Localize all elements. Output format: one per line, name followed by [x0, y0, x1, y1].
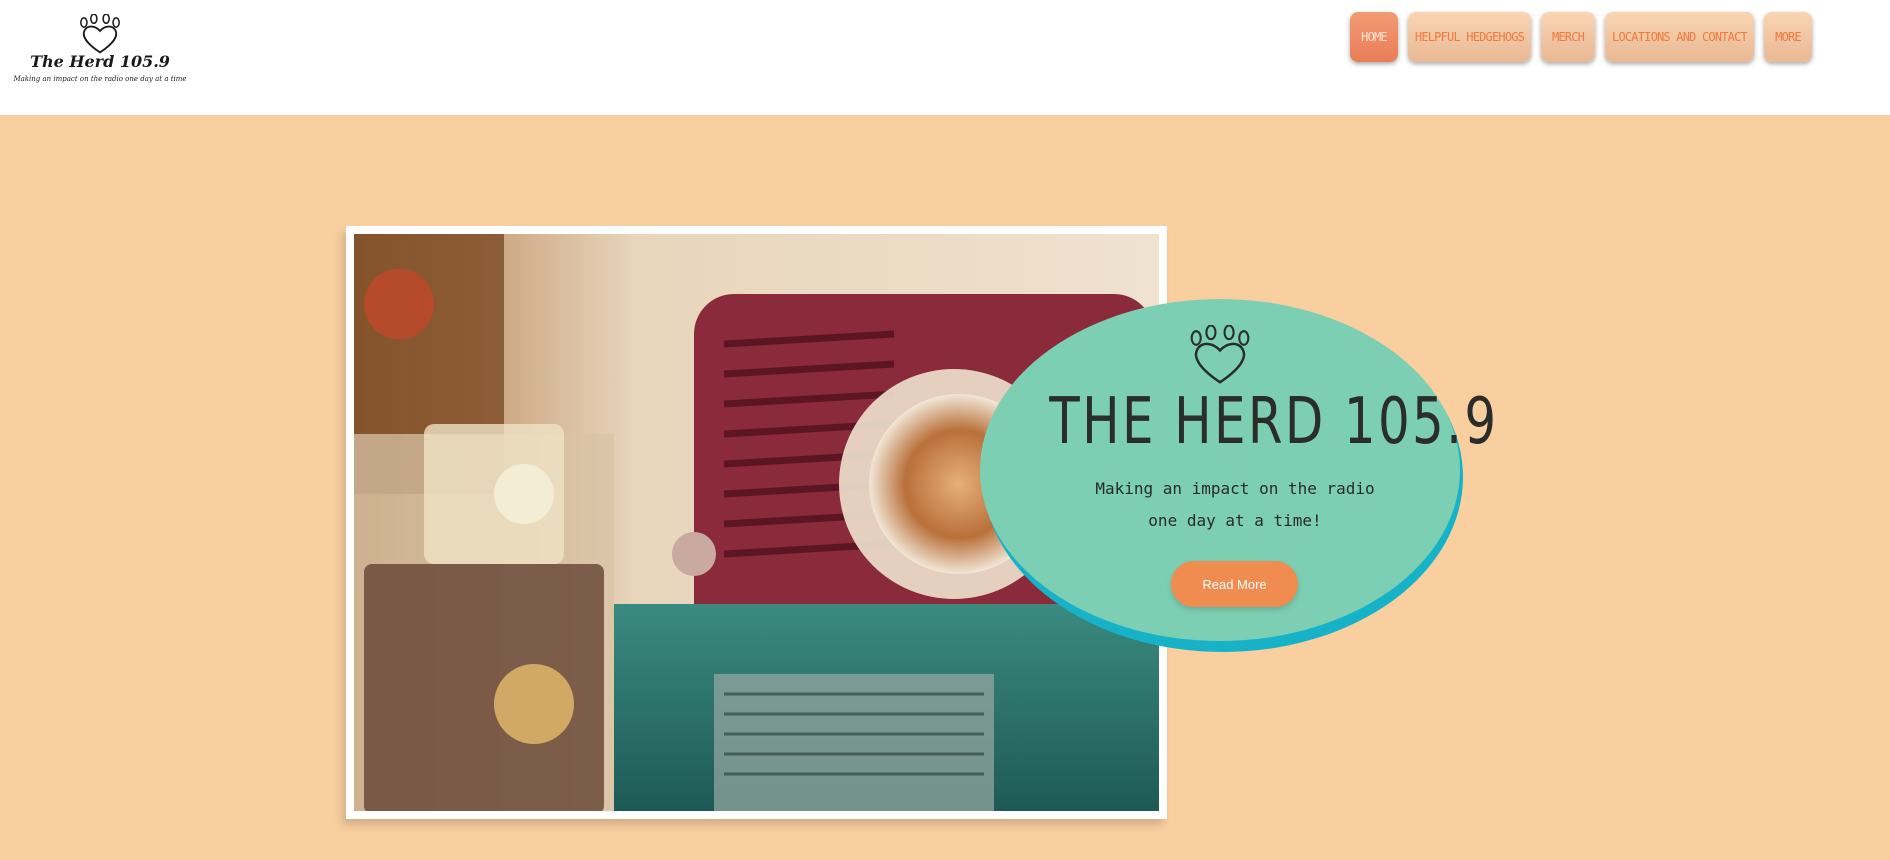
- hero-title: THE HERD 105.9: [1049, 385, 1499, 459]
- nav-item-merch[interactable]: MERCH: [1541, 12, 1595, 62]
- site-header: The Herd 105.9 Making an impact on the r…: [0, 0, 1890, 115]
- hero-subtitle: Making an impact on the radio one day at…: [1050, 473, 1420, 537]
- hero-subtitle-line2: one day at a time!: [1148, 511, 1322, 530]
- paw-heart-icon: [1190, 325, 1250, 384]
- nav-item-locations-and-contact[interactable]: LOCATIONS AND CONTACT: [1605, 12, 1754, 62]
- paw-heart-icon: [80, 14, 120, 54]
- hero-section: THE HERD 105.9 Making an impact on the r…: [0, 115, 1890, 860]
- site-logo[interactable]: The Herd 105.9 Making an impact on the r…: [10, 14, 190, 86]
- logo-name: The Herd 105.9: [30, 52, 170, 71]
- nav-item-helpful-hedgehogs[interactable]: HELPFUL HEDGEHOGS: [1408, 12, 1531, 62]
- hero-subtitle-line1: Making an impact on the radio: [1095, 479, 1375, 498]
- nav-item-more[interactable]: MORE: [1764, 12, 1812, 62]
- read-more-button[interactable]: Read More: [1171, 561, 1298, 607]
- logo-tagline: Making an impact on the radio one day at…: [13, 75, 187, 83]
- nav-item-home[interactable]: HOME: [1350, 12, 1398, 62]
